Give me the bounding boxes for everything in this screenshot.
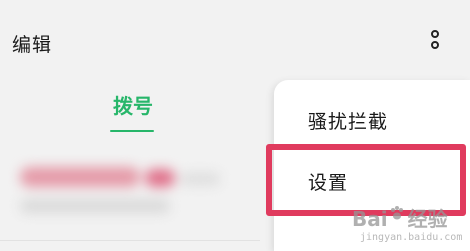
top-bar: 编辑 — [0, 0, 470, 80]
tab-indicator — [110, 130, 154, 132]
menu-item-label: 骚扰拦截 — [308, 111, 389, 133]
paw-icon — [391, 206, 403, 220]
call-log-item-blurred[interactable] — [0, 155, 250, 225]
baidu-jingyan-watermark: Bai 经验 jingyan.baidu.com — [350, 200, 470, 251]
menu-item-spam-block[interactable]: 骚扰拦截 — [274, 92, 470, 152]
edit-button[interactable]: 编辑 — [12, 30, 52, 57]
screen: 编辑 拨号 骚扰拦截 设置 Bai 经验 jingyan.baidu.com — [0, 0, 470, 251]
divider — [0, 240, 260, 241]
watermark-subtext: jingyan.baidu.com — [360, 232, 463, 243]
more-vertical-icon[interactable] — [427, 30, 443, 52]
tab-dial[interactable]: 拨号 — [104, 90, 162, 134]
